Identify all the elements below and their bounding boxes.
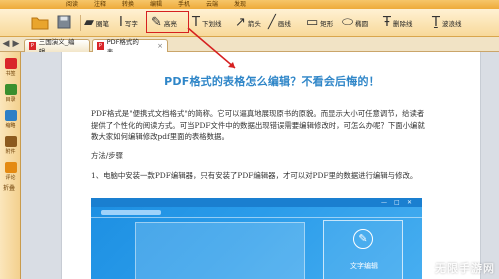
tool-label: 删除线 [392, 20, 413, 28]
menu-item-discover[interactable]: 发现 [226, 0, 254, 9]
pdf-file-icon: P [29, 42, 36, 50]
tool-label: 波浪线 [441, 20, 462, 28]
close-tab-icon[interactable]: × [157, 42, 163, 50]
embedded-button-label: 文字编辑 [350, 262, 378, 270]
tool-label: 箭头 [247, 20, 261, 28]
folder-icon [31, 17, 49, 29]
tool-label: 椭圆 [355, 20, 369, 28]
tool-arrow[interactable]: ↗ 箭头 [235, 14, 261, 32]
tool-label: 写字 [124, 20, 138, 28]
sidebar-item-label: 目录 [5, 97, 16, 103]
tool-underline[interactable]: T 下划线 [192, 14, 221, 32]
close-icon: ✕ [407, 199, 413, 206]
menu-item-convert[interactable]: 转换 [114, 0, 142, 9]
tool-label: 矩形 [320, 20, 334, 28]
outline-icon [4, 84, 17, 95]
document-tab-bar: ◀ ▶ P 三国演义_编辑... P PDF格式的表... × [0, 37, 499, 56]
thumbnail-icon [4, 110, 17, 121]
watermark-text: 无限手游 [435, 262, 483, 275]
tab-sanguo[interactable]: P 三国演义_编辑... [24, 38, 90, 56]
tool-ellipse[interactable]: ⬭ 椭圆 [342, 14, 368, 32]
maximize-icon: □ [394, 199, 400, 206]
menu-bar: 阅读 注释 转换 编辑 手机 云端 发现 [0, 0, 499, 9]
comment-icon [4, 162, 17, 173]
document-viewport[interactable]: PDF格式的表格怎么编辑？不看会后悔的！ PDF格式是"便携式文档格式"的简称。… [21, 52, 499, 279]
sidebar-item-label: 缩略 [5, 123, 16, 129]
text-cursor-icon: Ⅰ [119, 15, 123, 30]
embedded-panel [135, 222, 305, 279]
pdf-file-icon: P [97, 42, 104, 50]
pencil-area-icon: ▰ [84, 15, 94, 30]
menu-item-annotate[interactable]: 注释 [86, 0, 114, 9]
menu-item-edit[interactable]: 编辑 [142, 0, 170, 9]
document-paragraph-step1: 1、电脑中安装一款PDF编辑器，只有安装了PDF编辑器，才可以对PDF里的数据进… [91, 171, 418, 180]
sidebar-item-thumbnails[interactable]: 缩略 [2, 110, 19, 129]
save-icon [57, 15, 71, 29]
diagonal-line-icon: ╱ [268, 15, 276, 30]
sidebar-item-label: 书签 [5, 71, 16, 77]
menu-item-cloud[interactable]: 云端 [198, 0, 226, 9]
bookmark-icon [4, 58, 17, 69]
tool-squiggly[interactable]: Ṯ 波浪线 [432, 14, 461, 32]
pdf-page: PDF格式的表格怎么编辑？不看会后悔的！ PDF格式是"便携式文档格式"的简称。… [61, 52, 481, 279]
save-button[interactable] [54, 12, 74, 32]
toolbar-divider [80, 15, 81, 31]
tab-scroll-right-icon[interactable]: ▶ [10, 38, 22, 51]
left-panel: 书签 目录 缩略 附件 评论 折叠 [0, 52, 21, 279]
document-paragraph-steps-heading: 方法/步骤 [91, 151, 124, 160]
menu-item-mobile[interactable]: 手机 [170, 0, 198, 9]
sidebar-item-label: 评论 [5, 175, 16, 181]
squiggly-t-icon: Ṯ [432, 15, 440, 30]
watermark-sub: 网 [483, 262, 495, 275]
underline-t-icon: T [192, 15, 200, 30]
annotation-toolbar: ▰ 圈笔 Ⅰ 写字 ✎ 高亮 T 下划线 ↗ 箭头 ╱ 画线 ▭ 矩形 ⬭ 椭圆… [0, 9, 499, 37]
sidebar-item-attachments[interactable]: 附件 [2, 136, 19, 155]
paperclip-icon [4, 136, 17, 147]
embedded-titlebar [91, 198, 422, 207]
highlight-tool-callout-box [146, 11, 189, 33]
embedded-screenshot: — □ ✕ ✎ 文字编辑 [91, 198, 422, 279]
tool-rectangle[interactable]: ▭ 矩形 [306, 14, 333, 32]
sidebar-item-label: 附件 [5, 149, 16, 155]
diagonal-arrow-icon: ↗ [235, 15, 246, 30]
embedded-logo [101, 210, 161, 215]
embedded-text-edit-button: ✎ 文字编辑 [323, 220, 403, 279]
tool-label: 画线 [277, 20, 291, 28]
embedded-divider [91, 217, 422, 218]
sidebar-item-comments[interactable]: 评论 [2, 162, 19, 181]
sidebar-item-toc[interactable]: 目录 [2, 84, 19, 103]
document-paragraph-intro: PDF格式是"便携式文档格式"的简称。它可以逼真地展现原书的原貌。而显示大小可任… [91, 109, 425, 141]
strikeout-t-icon: Ŧ [383, 15, 391, 30]
sidebar-collapse-button[interactable]: 折叠 [3, 183, 15, 192]
tab-pdf-table[interactable]: P PDF格式的表... × [92, 38, 168, 56]
tool-label: 圈笔 [96, 20, 109, 28]
ellipse-icon: ⬭ [342, 15, 354, 30]
minimize-icon: — [381, 199, 387, 206]
tool-typewriter[interactable]: Ⅰ 写字 [119, 14, 138, 32]
tool-highlight-area[interactable]: ▰ 圈笔 [84, 14, 109, 32]
pen-circle-icon: ✎ [353, 229, 373, 249]
tool-strikeout[interactable]: Ŧ 删除线 [383, 14, 412, 32]
site-watermark: 无限手游网 [435, 260, 495, 276]
sidebar-item-bookmarks[interactable]: 书签 [2, 58, 19, 77]
rectangle-icon: ▭ [306, 15, 319, 30]
menu-item-read[interactable]: 阅读 [58, 0, 86, 9]
open-folder-button[interactable] [30, 12, 50, 32]
tool-line[interactable]: ╱ 画线 [268, 14, 291, 32]
document-title: PDF格式的表格怎么编辑？不看会后悔的！ [164, 75, 380, 88]
tool-label: 下划线 [201, 20, 222, 28]
